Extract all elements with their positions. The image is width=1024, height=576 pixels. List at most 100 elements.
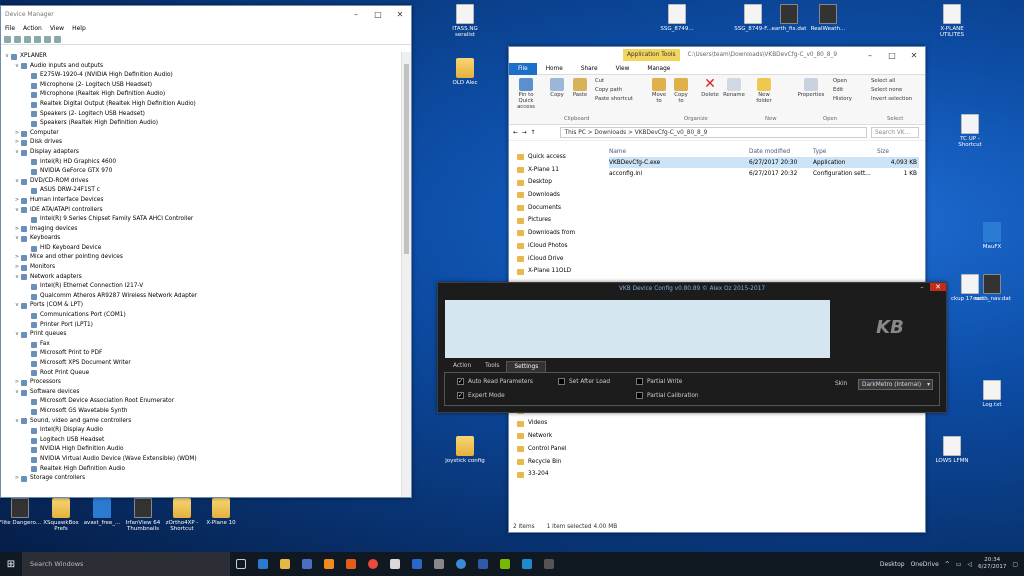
menu-file[interactable]: File — [5, 25, 15, 32]
expand-icon[interactable]: > — [13, 138, 21, 148]
partial-write-checkbox[interactable]: Partial Write — [636, 378, 682, 385]
nav-item[interactable]: Quick access — [517, 151, 602, 164]
vkb-button[interactable] — [538, 552, 560, 576]
tree-node[interactable]: Microsoft XPS Document Writer — [1, 359, 401, 369]
tree-node[interactable]: Logitech USB Headset — [1, 436, 401, 446]
nav-item[interactable]: Network — [517, 430, 602, 443]
up-icon[interactable]: ↑ — [531, 130, 536, 136]
expand-icon[interactable]: v — [13, 206, 21, 216]
tree-node[interactable]: v IDE ATA/ATAPI controllers — [1, 206, 401, 216]
tree-node[interactable]: Realtek High Definition Audio — [1, 465, 401, 475]
minimize-icon[interactable]: – — [345, 10, 367, 19]
nav-item[interactable]: Downloads from — [517, 227, 602, 240]
tree-node[interactable]: Speakers (Realtek High Definition Audio) — [1, 119, 401, 129]
tab-view[interactable]: View — [607, 63, 639, 75]
tree-node[interactable]: v Display adapters — [1, 148, 401, 158]
vertical-scrollbar[interactable] — [401, 52, 411, 497]
expand-icon[interactable]: v — [13, 330, 21, 340]
nav-item[interactable]: Desktop — [517, 176, 602, 189]
network-icon[interactable]: ▭ — [956, 561, 962, 568]
expand-icon[interactable]: > — [13, 378, 21, 388]
tree-node[interactable]: Printer Port (LPT1) — [1, 321, 401, 331]
desktop-icon[interactable]: MauFX — [970, 222, 1014, 250]
cut-button[interactable]: Cut — [595, 78, 604, 84]
nav-item[interactable]: Documents — [517, 202, 602, 215]
mail-button[interactable] — [406, 552, 428, 576]
tree-node[interactable]: Microphone (2- Logitech USB Headset) — [1, 81, 401, 91]
tree-node[interactable]: Realtek Digital Output (Realtek High Def… — [1, 100, 401, 110]
tree-node[interactable]: v DVD/CD-ROM drives — [1, 177, 401, 187]
back-icon[interactable] — [4, 35, 11, 43]
tree-node[interactable]: v XPLANER — [1, 52, 401, 62]
expand-icon[interactable]: v — [13, 148, 21, 158]
desktop-icon[interactable]: earth_fix.dat — [767, 4, 811, 32]
expand-icon[interactable]: > — [13, 196, 21, 206]
tree-node[interactable]: Microsoft Device Association Root Enumer… — [1, 397, 401, 407]
properties-icon[interactable] — [24, 35, 31, 43]
column-size[interactable]: Size — [877, 149, 917, 155]
desktop-icon[interactable]: XSquawkBox Prefs — [39, 498, 83, 532]
scan-icon[interactable] — [54, 35, 61, 43]
expand-icon[interactable]: v — [3, 52, 11, 62]
help-icon[interactable] — [44, 35, 51, 43]
start-button[interactable]: ⊞ — [0, 552, 22, 576]
expand-icon[interactable]: v — [13, 273, 21, 283]
tree-node[interactable]: v Network adapters — [1, 273, 401, 283]
tree-node[interactable]: HID Keyboard Device — [1, 244, 401, 254]
column-type[interactable]: Type — [813, 149, 877, 155]
tree-node[interactable]: Microphone (Realtek High Definition Audi… — [1, 90, 401, 100]
task-view-button[interactable] — [230, 552, 252, 576]
scrollbar-thumb[interactable] — [404, 64, 409, 254]
nav-item[interactable]: 33-204 — [517, 468, 602, 481]
expand-icon[interactable]: v — [13, 417, 21, 427]
tree-node[interactable]: NVIDIA GeForce GTX 970 — [1, 167, 401, 177]
volume-icon[interactable]: ◁ — [968, 561, 973, 568]
address-bar[interactable]: This PC > Downloads > VKBDevCfg-C_v0_80_… — [559, 127, 867, 138]
desktop-icon[interactable]: RealWeath... — [806, 4, 850, 32]
desktop-icon[interactable]: X-PLANE UTILITES — [930, 4, 974, 38]
tree-node[interactable]: > Mice and other pointing devices — [1, 253, 401, 263]
tree-node[interactable]: > Processors — [1, 378, 401, 388]
back-icon[interactable]: ← — [513, 130, 518, 136]
close-icon[interactable]: ✕ — [903, 51, 925, 60]
copy-path-button[interactable]: Copy path — [595, 87, 622, 93]
tree-node[interactable]: E275W-1920-4 (NVIDIA High Definition Aud… — [1, 71, 401, 81]
file-app-button[interactable] — [384, 552, 406, 576]
tree-node[interactable]: Fax — [1, 340, 401, 350]
tree-node[interactable]: > Imaging devices — [1, 225, 401, 235]
onedrive-toolbar[interactable]: OneDrive — [911, 561, 939, 568]
explorer-button[interactable] — [274, 552, 296, 576]
menu-view[interactable]: View — [50, 25, 64, 32]
tree-node[interactable]: Microsoft GS Wavetable Synth — [1, 407, 401, 417]
globe-button[interactable] — [450, 552, 472, 576]
vkb-titlebar[interactable]: VKB Device Config v0.80.89 © Alex Oz 201… — [438, 283, 946, 294]
expand-icon[interactable]: > — [13, 129, 21, 139]
expand-icon[interactable]: > — [13, 474, 21, 484]
maximize-icon[interactable]: □ — [367, 10, 389, 19]
update-icon[interactable] — [34, 35, 41, 43]
tab-file[interactable]: File — [509, 62, 537, 75]
new-folder-button[interactable]: New folder — [753, 78, 775, 104]
copy-button[interactable]: Copy — [547, 78, 567, 98]
desktop-icon[interactable]: SSG_8749... — [655, 4, 699, 32]
tree-node[interactable]: > Human Interface Devices — [1, 196, 401, 206]
nav-item[interactable]: iCloud Photos — [517, 240, 602, 253]
nav-item[interactable]: X-Plane 11OLD — [517, 265, 602, 278]
desktop-icon[interactable]: Log.txt — [970, 380, 1014, 408]
tree-node[interactable]: Microsoft Print to PDF — [1, 349, 401, 359]
menu-action[interactable]: Action — [23, 25, 42, 32]
xplane-button[interactable] — [516, 552, 538, 576]
expand-icon[interactable]: > — [13, 225, 21, 235]
notifications-icon[interactable]: ▢ — [1012, 561, 1018, 568]
tree-node[interactable]: > Monitors — [1, 263, 401, 273]
tree-node[interactable]: Intel(R) Display Audio — [1, 426, 401, 436]
save-app-button[interactable] — [296, 552, 318, 576]
file-row[interactable]: acconfig.ini 6/27/2017 20:32 Configuration… — [609, 168, 919, 179]
nav-item[interactable]: Videos — [517, 417, 602, 430]
taskbar-search[interactable]: Search Windows — [22, 552, 230, 576]
tree-node[interactable]: Root Print Queue — [1, 369, 401, 379]
explorer-titlebar[interactable]: Application Tools C:\Users\team\Download… — [509, 47, 925, 63]
nav-item[interactable]: Pictures — [517, 214, 602, 227]
minimize-icon[interactable]: – — [859, 51, 881, 60]
device-manager-titlebar[interactable]: Device Manager – □ ✕ — [1, 6, 411, 22]
